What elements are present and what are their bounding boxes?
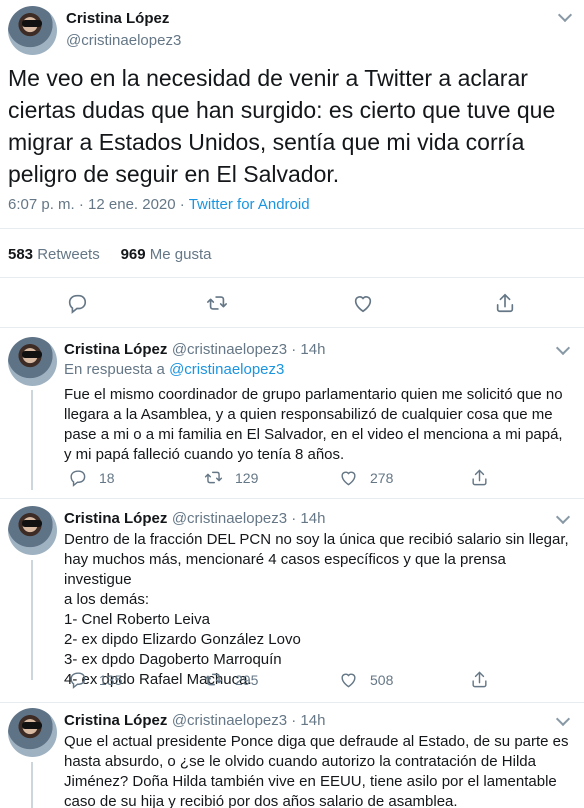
- reply-author-name[interactable]: Cristina López: [64, 510, 167, 527]
- reply-text-line: Dentro de la fracción DEL PCN no soy la …: [64, 531, 569, 548]
- chevron-down-icon[interactable]: [555, 340, 571, 356]
- reply-avatar[interactable]: [8, 506, 57, 555]
- reply-count: 135: [99, 671, 123, 688]
- divider: [0, 277, 584, 278]
- chevron-down-icon[interactable]: [555, 711, 571, 727]
- replying-to-link[interactable]: @cristinaelopez3: [169, 361, 284, 378]
- likes-label: Me gusta: [145, 246, 212, 263]
- retweet-icon: [204, 471, 223, 484]
- reply-icon: [70, 672, 86, 689]
- author-name[interactable]: Cristina López: [66, 10, 169, 27]
- divider: [0, 228, 584, 229]
- like-action[interactable]: 508: [339, 670, 393, 689]
- retweets-stat[interactable]: 583 Retweets: [8, 246, 100, 263]
- reply-author-handle[interactable]: @cristinaelopez3 · 14h: [172, 712, 326, 729]
- tweet-source-link[interactable]: Twitter for Android: [189, 196, 310, 213]
- reply-header: Cristina López @cristinaelopez3 · 14h: [64, 341, 325, 359]
- reply-text-line: 1- Cnel Roberto Leiva: [64, 611, 210, 628]
- retweet-icon[interactable]: [206, 292, 228, 314]
- reply-author-handle[interactable]: @cristinaelopez3 · 14h: [172, 510, 326, 527]
- author-avatar[interactable]: [8, 6, 57, 55]
- reply-action[interactable]: 18: [68, 468, 115, 487]
- divider: [0, 327, 584, 328]
- reply-text: Que el actual presidente Ponce diga que …: [64, 733, 569, 808]
- likes-count: 969: [120, 246, 146, 263]
- reply-author-handle[interactable]: @cristinaelopez3 · 14h: [172, 341, 326, 358]
- retweets-label: Retweets: [33, 246, 100, 263]
- reply-action[interactable]: 135: [68, 670, 122, 689]
- share-icon[interactable]: [494, 292, 516, 314]
- tweet-meta: 6:07 p. m. · 12 ene. 2020 · Twitter for …: [8, 196, 310, 213]
- like-icon: [341, 673, 356, 688]
- chevron-down-icon[interactable]: [557, 7, 573, 23]
- like-action[interactable]: 278: [339, 468, 393, 487]
- reply-actions: 18 129 278: [64, 468, 574, 492]
- share-icon: [472, 671, 487, 688]
- reply-text-line: hay muchos más, mencionaré 4 casos espec…: [64, 551, 506, 588]
- share-icon: [472, 469, 487, 486]
- retweet-action[interactable]: 295: [204, 670, 258, 689]
- share-action[interactable]: [470, 670, 489, 689]
- retweets-count: 583: [8, 246, 34, 263]
- tweet-stats: 583 Retweets 969 Me gusta: [8, 246, 211, 263]
- reply-author-name[interactable]: Cristina López: [64, 341, 167, 358]
- retweet-action[interactable]: 129: [204, 468, 258, 487]
- thread-line: [31, 390, 33, 490]
- like-count: 508: [370, 671, 394, 688]
- tweet-timestamp[interactable]: 6:07 p. m. · 12 ene. 2020 ·: [8, 196, 189, 213]
- thread-line: [31, 762, 33, 808]
- reply-count: 18: [99, 469, 115, 486]
- reply-icon[interactable]: [66, 292, 88, 314]
- retweet-icon: [204, 673, 223, 686]
- likes-stat[interactable]: 969 Me gusta: [121, 246, 212, 263]
- reply-text: Fue el mismo coordinador de grupo parlam…: [64, 386, 563, 463]
- retweet-count: 129: [235, 469, 259, 486]
- reply-author-name[interactable]: Cristina López: [64, 712, 167, 729]
- reply-avatar[interactable]: [8, 337, 57, 386]
- reply-actions: 135 295 508: [64, 670, 574, 694]
- like-count: 278: [370, 469, 394, 486]
- reply-header: Cristina López @cristinaelopez3 · 14h: [64, 510, 325, 528]
- reply-avatar[interactable]: [8, 708, 57, 757]
- divider: [0, 498, 584, 499]
- author-handle[interactable]: @cristinaelopez3: [66, 32, 181, 49]
- reply-text-line: a los demás:: [64, 591, 150, 608]
- divider: [0, 702, 584, 703]
- reply-icon: [70, 470, 86, 487]
- reply-text: Dentro de la fracción DEL PCN no soy la …: [64, 530, 574, 690]
- like-icon: [341, 471, 356, 486]
- thread-line: [31, 560, 33, 680]
- retweet-count: 295: [235, 671, 259, 688]
- share-action[interactable]: [470, 468, 489, 487]
- like-icon[interactable]: [352, 292, 374, 314]
- tweet-text: Me veo en la necesidad de venir a Twitte…: [8, 65, 556, 187]
- chevron-down-icon[interactable]: [555, 509, 571, 525]
- replying-to: En respuesta a @cristinaelopez3: [64, 361, 284, 378]
- reply-text-line: 3- ex dpdo Dagoberto Marroquín: [64, 651, 282, 668]
- reply-text-line: 2- ex dipdo Elizardo González Lovo: [64, 631, 301, 648]
- reply-header: Cristina López @cristinaelopez3 · 14h: [64, 712, 325, 730]
- replying-to-label: En respuesta a: [64, 361, 170, 378]
